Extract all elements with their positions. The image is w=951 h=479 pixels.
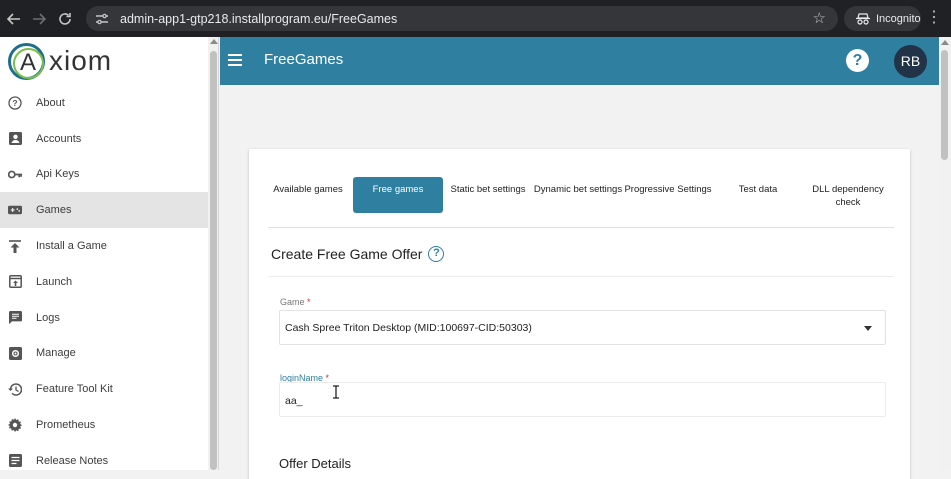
sidebar-item-accounts[interactable]: Accounts (0, 121, 208, 157)
sidebar-item-api-keys[interactable]: Api Keys (0, 157, 208, 193)
sidebar-item-prometheus[interactable]: Prometheus (0, 407, 208, 443)
logo-text: xiom (49, 45, 113, 76)
sidebar-item-label: Prometheus (36, 419, 96, 432)
game-select-value: Cash Spree Triton Desktop (MID:100697-CI… (285, 322, 532, 334)
sidebar-item-label: Manage (36, 347, 76, 360)
reload-icon (59, 13, 71, 25)
sidebar-item-about[interactable]: ? About (0, 85, 208, 121)
account-box-icon (8, 132, 22, 146)
sidebar-item-feature-tool-kit[interactable]: Feature Tool Kit (0, 371, 208, 407)
logo-ring-icon: A (8, 42, 45, 80)
sidebar: A xiom ? About Accounts Api Keys Games I… (0, 37, 219, 470)
forward-button[interactable] (26, 6, 52, 32)
message-icon (8, 311, 22, 325)
sidebar-item-label: Api Keys (36, 168, 80, 181)
tab-free-games[interactable]: Free games (353, 177, 443, 213)
sidebar-item-logs[interactable]: Logs (0, 300, 208, 336)
sidebar-item-label: Logs (36, 311, 60, 324)
arrow-left-icon (7, 13, 20, 25)
sidebar-item-install-a-game[interactable]: Install a Game (0, 228, 208, 264)
reload-button[interactable] (52, 6, 78, 32)
bookmark-star-icon[interactable]: ☆ (813, 9, 826, 27)
tab-test-data[interactable]: Test data (713, 177, 803, 213)
sidebar-item-release-notes[interactable]: Release Notes (0, 443, 208, 470)
sidebar-item-label: Install a Game (36, 240, 107, 253)
login-name-input[interactable]: aa_ (279, 382, 886, 417)
incognito-label: Incognito (876, 12, 921, 25)
text-cursor-icon (333, 385, 339, 399)
sidebar-item-label: Games (36, 204, 72, 217)
tab-progressive-settings[interactable]: Progressive Settings (623, 177, 713, 213)
incognito-badge[interactable]: Incognito (844, 6, 921, 31)
launch-icon (8, 275, 22, 289)
browser-menu-icon[interactable]: ⋮ (926, 8, 942, 28)
app-header: FreeGames ? RB (220, 37, 939, 85)
back-button[interactable] (1, 6, 27, 32)
divider (268, 276, 894, 277)
tab-dynamic-bet-settings[interactable]: Dynamic bet settings (533, 177, 623, 213)
divider (268, 227, 894, 228)
sidebar-item-label: Launch (36, 275, 73, 288)
sidebar-item-label: Accounts (36, 132, 82, 145)
info-help-icon[interactable]: ? (428, 246, 445, 262)
site-info-icon[interactable] (94, 11, 110, 27)
login-name-value: aa_ (285, 395, 303, 407)
sidebar-menu: ? About Accounts Api Keys Games Install … (0, 85, 208, 470)
dropdown-arrow-icon[interactable] (864, 326, 872, 331)
hamburger-menu-icon[interactable] (228, 54, 242, 69)
tab-bar: Available games Free games Static bet se… (263, 177, 893, 214)
sidebar-item-label: Release Notes (36, 454, 109, 467)
incognito-icon (856, 12, 870, 25)
game-field-label: Game * (280, 297, 311, 307)
required-mark: * (307, 297, 311, 307)
user-avatar[interactable]: RB (894, 45, 927, 78)
offer-details-heading: Offer Details (279, 456, 352, 471)
game-select[interactable]: Cash Spree Triton Desktop (MID:100697-CI… (279, 310, 886, 345)
address-bar[interactable]: admin-app1-gtp218.installprogram.eu/Free… (86, 6, 838, 31)
gear-icon (8, 418, 22, 433)
sidebar-item-label: Feature Tool Kit (36, 383, 113, 396)
scroll-up-arrow-icon[interactable] (941, 40, 949, 45)
page-title: FreeGames (264, 51, 344, 68)
help-circle-icon: ? (8, 96, 22, 110)
arrow-right-icon (33, 13, 46, 25)
sidebar-item-games[interactable]: Games (0, 192, 208, 229)
settings-box-icon (8, 346, 22, 360)
sidebar-scrollbar[interactable] (208, 37, 218, 470)
sidebar-item-launch[interactable]: Launch (0, 264, 208, 300)
svg-text:?: ? (12, 98, 17, 108)
history-icon (8, 382, 22, 396)
upload-icon (8, 239, 22, 253)
help-button[interactable]: ? (846, 49, 869, 72)
free-games-card: Available games Free games Static bet se… (249, 149, 910, 479)
url-text: admin-app1-gtp218.installprogram.eu/Free… (120, 11, 398, 26)
page-scrollbar-thumb[interactable] (941, 50, 948, 160)
notes-icon (8, 454, 22, 468)
scroll-up-arrow-icon[interactable] (210, 39, 218, 44)
axiom-logo[interactable]: A xiom (8, 40, 112, 82)
tab-dll-dependency-check[interactable]: DLL dependency check (803, 177, 893, 213)
sidebar-item-label: About (36, 96, 65, 109)
tab-available-games[interactable]: Available games (263, 177, 353, 213)
key-icon (8, 167, 22, 181)
page-scrollbar[interactable] (939, 37, 951, 470)
section-title: Create Free Game Offer ? (271, 246, 445, 262)
sidebar-item-manage[interactable]: Manage (0, 336, 208, 372)
sidebar-scrollbar-thumb[interactable] (210, 51, 217, 470)
create-free-game-offer-heading: Create Free Game Offer (271, 246, 423, 262)
browser-toolbar: admin-app1-gtp218.installprogram.eu/Free… (0, 0, 951, 37)
tab-static-bet-settings[interactable]: Static bet settings (443, 177, 533, 213)
gamepad-icon (8, 203, 22, 217)
